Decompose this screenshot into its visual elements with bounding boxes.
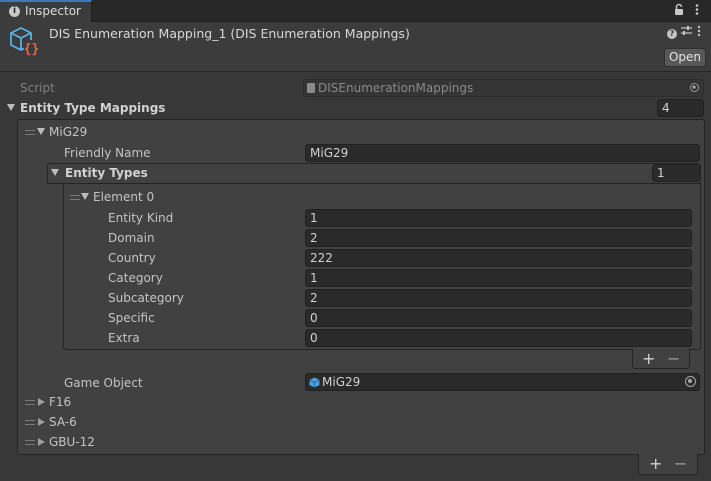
info-icon: i bbox=[9, 6, 20, 17]
drag-handle-icon[interactable] bbox=[25, 420, 35, 425]
svg-text:{}: {} bbox=[24, 42, 40, 57]
foldout-arrow-icon[interactable] bbox=[7, 104, 15, 111]
mappings-list-footer bbox=[638, 454, 698, 475]
lock-icon[interactable] bbox=[674, 3, 684, 19]
foldout-arrow-icon[interactable] bbox=[37, 128, 45, 135]
remove-mapping-button[interactable]: − bbox=[674, 456, 687, 472]
foldout-arrow-icon[interactable] bbox=[38, 438, 45, 446]
extra-field[interactable]: 0 bbox=[305, 329, 692, 347]
preset-sliders-icon[interactable] bbox=[681, 25, 692, 39]
open-button[interactable]: Open bbox=[664, 48, 706, 67]
game-object-value: MiG29 bbox=[322, 375, 361, 389]
foldout-arrow-icon[interactable] bbox=[38, 418, 45, 426]
subcategory-field[interactable]: 2 bbox=[305, 289, 692, 307]
tab-inspector[interactable]: i Inspector bbox=[0, 0, 92, 22]
game-object-label: Game Object bbox=[64, 376, 143, 390]
list-item-sa-6[interactable]: SA-6 bbox=[49, 414, 77, 430]
tab-bar: i Inspector bbox=[0, 0, 711, 22]
field-label: Category bbox=[108, 271, 163, 285]
field-label: Domain bbox=[108, 231, 155, 245]
tab-label: Inspector bbox=[25, 4, 81, 18]
drag-handle-icon[interactable] bbox=[25, 400, 35, 405]
list-item-f16[interactable]: F16 bbox=[49, 394, 71, 410]
add-element-button[interactable]: + bbox=[642, 351, 655, 367]
list-item-gbu-12[interactable]: GBU-12 bbox=[49, 434, 95, 450]
field-label: Subcategory bbox=[108, 291, 184, 305]
remove-element-button[interactable]: − bbox=[667, 351, 680, 367]
script-value: DISEnumerationMappings bbox=[318, 81, 474, 95]
script-file-icon bbox=[307, 83, 315, 93]
prefab-cube-icon bbox=[309, 377, 320, 388]
entity-kind-field[interactable]: 1 bbox=[305, 209, 692, 227]
field-label: Extra bbox=[108, 331, 140, 345]
header-menu-icon[interactable] bbox=[697, 25, 701, 40]
foldout-arrow-icon[interactable] bbox=[38, 398, 45, 406]
field-label: Entity Kind bbox=[108, 211, 174, 225]
entity-type-mappings-label[interactable]: Entity Type Mappings bbox=[20, 100, 165, 116]
kebab-menu-icon[interactable] bbox=[695, 3, 699, 19]
domain-field[interactable]: 2 bbox=[305, 229, 692, 247]
field-label: Country bbox=[108, 251, 156, 265]
mappings-count-field[interactable]: 4 bbox=[657, 99, 704, 117]
element-0-label[interactable]: Element 0 bbox=[93, 189, 154, 205]
drag-handle-icon[interactable] bbox=[70, 195, 80, 200]
foldout-arrow-icon[interactable] bbox=[81, 193, 89, 200]
object-picker-icon[interactable] bbox=[685, 376, 696, 387]
drag-handle-icon[interactable] bbox=[25, 130, 35, 135]
list-item-mig29[interactable]: MiG29 bbox=[49, 124, 87, 140]
entity-types-list-footer bbox=[632, 349, 690, 369]
script-field[interactable]: DISEnumerationMappings bbox=[303, 79, 704, 97]
friendly-name-field[interactable]: MiG29 bbox=[305, 144, 700, 162]
drag-handle-icon[interactable] bbox=[25, 440, 35, 445]
add-mapping-button[interactable]: + bbox=[649, 456, 662, 472]
page-title: DIS Enumeration Mapping_1 (DIS Enumerati… bbox=[49, 26, 410, 41]
foldout-arrow-icon[interactable] bbox=[51, 169, 59, 176]
inspector-header: {} DIS Enumeration Mapping_1 (DIS Enumer… bbox=[0, 22, 711, 72]
game-object-field[interactable]: MiG29 bbox=[305, 373, 700, 391]
specific-field[interactable]: 0 bbox=[305, 309, 692, 327]
entity-types-count-field[interactable]: 1 bbox=[652, 164, 700, 182]
category-field[interactable]: 1 bbox=[305, 269, 692, 287]
help-icon[interactable]: ? bbox=[667, 29, 677, 39]
script-label: Script bbox=[20, 81, 55, 95]
scriptable-object-icon: {} bbox=[10, 27, 40, 57]
country-field[interactable]: 222 bbox=[305, 249, 692, 267]
object-picker-icon[interactable] bbox=[690, 83, 699, 92]
entity-types-label[interactable]: Entity Types bbox=[65, 165, 148, 181]
friendly-name-label: Friendly Name bbox=[64, 146, 151, 160]
field-label: Specific bbox=[108, 311, 155, 325]
